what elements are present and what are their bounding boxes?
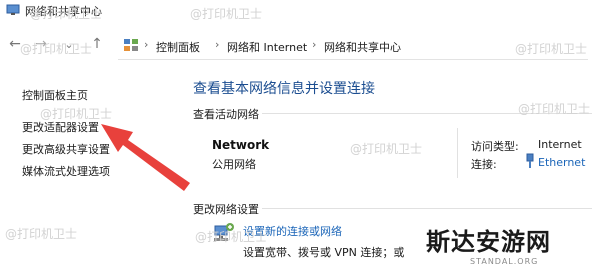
site-logo-subtitle: STANDAL.ORG	[470, 257, 539, 266]
site-logo: 斯达安游网	[426, 227, 551, 256]
